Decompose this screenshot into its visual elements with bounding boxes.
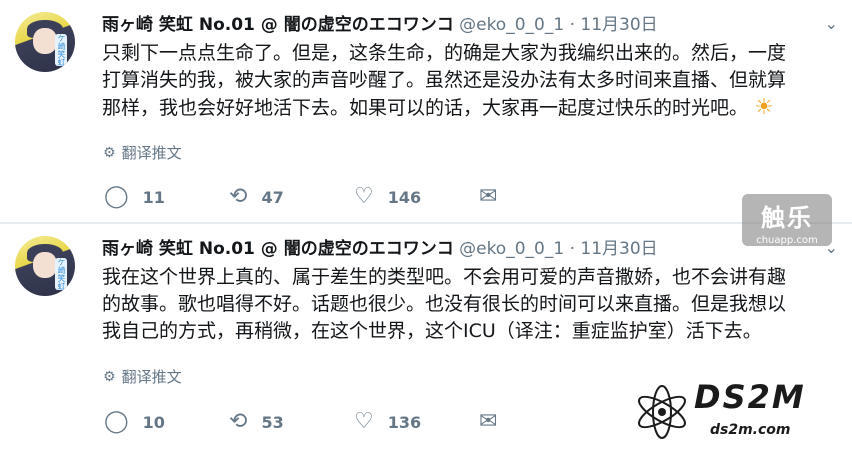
avatar-face (33, 28, 57, 54)
retweet-icon: ⟲ (229, 409, 248, 434)
tweet-header: 雨ヶ崎 笑虹 No.01 @ 闇の虚空のエコワンコ @eko_0_0_1 · 1… (102, 234, 658, 259)
atom-logo-icon (638, 385, 686, 439)
retweet-icon: ⟲ (229, 184, 248, 209)
watermark-ds-sub: ds2m.com (710, 422, 791, 438)
tweet[interactable]: ケ崎笑虹 雨ヶ崎 笑虹 No.01 @ 闇の虚空のエコワンコ @eko_0_0_… (0, 0, 852, 222)
chevron-down-icon[interactable]: ⌄ (825, 14, 838, 33)
like-count: 136 (387, 412, 422, 432)
tweet-actions: ◯ 11 ⟲ 47 ♡ 146 ✉ (104, 186, 604, 208)
like-button[interactable]: ♡ 136 (354, 411, 479, 433)
reply-count: 10 (142, 412, 165, 432)
globe-icon: ⚙ (103, 144, 116, 161)
tweet-text-line-content: 那样，我也会好好地活下去。如果可以的话，大家再一起度过快乐的时光吧。 (102, 97, 749, 119)
watermark-ds-title: DS2M (694, 378, 806, 416)
reply-icon: ◯ (104, 184, 129, 209)
display-name[interactable]: 雨ヶ崎 笑虹 No.01 @ 闇の虚空のエコワンコ (102, 239, 454, 259)
heart-icon: ♡ (354, 409, 374, 434)
tweet-actions: ◯ 10 ⟲ 53 ♡ 136 ✉ (104, 411, 604, 433)
user-handle[interactable]: @eko_0_0_1 (459, 15, 564, 35)
tweet-date[interactable]: 11月30日 (580, 239, 657, 259)
tweet-text-line: 我自己的方式，再稍微，在这个世界，这个ICU（译注：重症监护室）活下去。 (102, 320, 762, 342)
ds2m-watermark: DS2M ds2m.com (632, 378, 842, 444)
separator: · (569, 239, 575, 259)
mail-icon: ✉ (479, 409, 498, 434)
tweet-text: 只剩下一点点生命了。但是，这条生命，的确是大家为我编织出来的。然后，一度 打算消… (102, 40, 822, 122)
chuapp-watermark: 触乐 chuapp.com (742, 194, 832, 246)
like-button[interactable]: ♡ 146 (354, 186, 479, 208)
tweet-text-line: 我在这个世界上真的、属于差生的类型吧。不会用可爱的声音撒娇，也不会讲有趣 (102, 266, 787, 288)
tweet-date[interactable]: 11月30日 (580, 15, 657, 35)
translate-link[interactable]: ⚙ 翻译推文 (103, 366, 182, 387)
reply-icon: ◯ (104, 409, 129, 434)
retweet-button[interactable]: ⟲ 53 (229, 411, 354, 433)
tweet-text-line: 打算消失的我，被大家的声音吵醒了。虽然还是没办法有太多时间来直播、但就算 (102, 69, 787, 91)
sun-emoji: ☀ (754, 95, 774, 120)
avatar[interactable]: ケ崎笑虹 (15, 236, 75, 296)
tweet-header: 雨ヶ崎 笑虹 No.01 @ 闇の虚空のエコワンコ @eko_0_0_1 · 1… (102, 10, 658, 35)
tweet-text: 我在这个世界上真的、属于差生的类型吧。不会用可爱的声音撒娇，也不会讲有趣 的故事… (102, 264, 822, 345)
avatar-badge: ケ崎笑虹 (55, 34, 67, 66)
tweet-text-line: 只剩下一点点生命了。但是，这条生命，的确是大家为我编织出来的。然后，一度 (102, 42, 787, 64)
dm-button[interactable]: ✉ (479, 186, 604, 208)
watermark-sub-text: chuapp.com (756, 235, 818, 246)
watermark-main-text: 触乐 (761, 204, 813, 232)
translate-link[interactable]: ⚙ 翻译推文 (103, 142, 182, 163)
user-handle[interactable]: @eko_0_0_1 (459, 239, 564, 259)
dm-button[interactable]: ✉ (479, 411, 604, 433)
globe-icon: ⚙ (103, 368, 116, 385)
display-name[interactable]: 雨ヶ崎 笑虹 No.01 @ 闇の虚空のエコワンコ (102, 15, 454, 35)
heart-icon: ♡ (354, 184, 374, 209)
tweet-text-line: 的故事。歌也唱得不好。话题也很少。也没有很长的时间可以来直播。但是我想以 (102, 293, 787, 315)
avatar-face (33, 252, 57, 278)
retweet-count: 47 (261, 187, 284, 207)
separator: · (569, 15, 575, 35)
retweet-count: 53 (261, 412, 284, 432)
reply-count: 11 (142, 187, 165, 207)
retweet-button[interactable]: ⟲ 47 (229, 186, 354, 208)
translate-label: 翻译推文 (121, 368, 182, 386)
reply-button[interactable]: ◯ 11 (104, 186, 229, 208)
mail-icon: ✉ (479, 184, 498, 209)
avatar[interactable]: ケ崎笑虹 (15, 12, 75, 72)
translate-label: 翻译推文 (121, 144, 182, 162)
reply-button[interactable]: ◯ 10 (104, 411, 229, 433)
like-count: 146 (387, 187, 422, 207)
avatar-badge: ケ崎笑虹 (55, 258, 67, 290)
tweet-text-line: 那样，我也会好好地活下去。如果可以的话，大家再一起度过快乐的时光吧。 ☀ (102, 94, 822, 122)
